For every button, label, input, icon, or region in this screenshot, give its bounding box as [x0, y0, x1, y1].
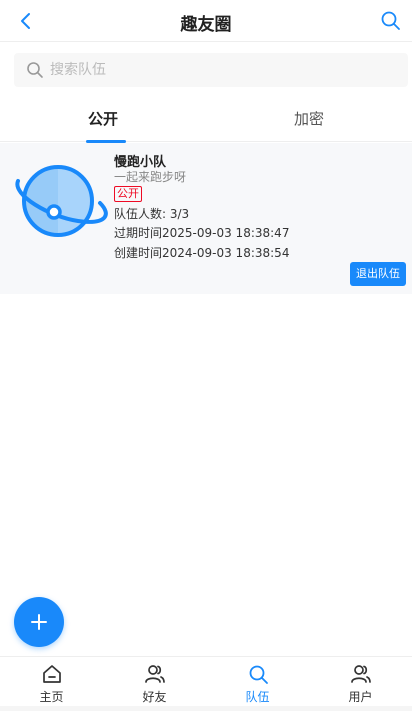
home-indicator — [0, 706, 412, 711]
quit-team-button[interactable]: 退出队伍 — [350, 262, 406, 286]
tab-bar: 公开 加密 — [0, 100, 412, 143]
team-expire-time: 过期时间2025-09-03 18:38:47 — [114, 226, 290, 240]
plus-icon — [31, 614, 47, 630]
tabbar-item-home[interactable]: 主页 — [0, 657, 103, 707]
tabbar-item-friends[interactable]: 好友 — [103, 657, 206, 707]
team-card[interactable]: 慢跑小队 一起来跑步呀 公开 队伍人数: 3/3 过期时间2025-09-03 … — [0, 143, 412, 294]
team-members: 队伍人数: 3/3 — [114, 207, 190, 221]
tab-label: 公开 — [87, 110, 118, 128]
search-bar — [14, 53, 408, 87]
planet-icon — [14, 151, 110, 247]
tabbar-item-teams[interactable]: 队伍 — [206, 657, 309, 707]
search-input[interactable] — [50, 53, 390, 87]
search-icon — [249, 665, 268, 684]
page-title: 趣友圈 — [180, 15, 232, 35]
team-description: 一起来跑步呀 — [114, 170, 187, 184]
search-icon — [26, 61, 44, 79]
users-icon — [145, 665, 165, 683]
search-icon[interactable] — [378, 8, 404, 34]
tab-public[interactable]: 公开 — [0, 100, 206, 143]
tabbar-label: 队伍 — [245, 690, 270, 704]
user-icon — [351, 665, 371, 683]
bottom-tabbar: 主页 好友 队伍 用户 — [0, 656, 412, 706]
home-icon — [43, 665, 61, 683]
tab-private[interactable]: 加密 — [206, 100, 412, 142]
tabbar-item-user[interactable]: 用户 — [309, 657, 412, 707]
status-badge: 公开 — [114, 186, 142, 202]
nav-bar: 趣友圈 — [0, 0, 412, 42]
tabbar-label: 用户 — [348, 690, 373, 704]
tab-label: 加密 — [293, 110, 324, 128]
tabbar-label: 好友 — [142, 690, 167, 704]
team-create-time: 创建时间2024-09-03 18:38:54 — [114, 246, 290, 260]
tabbar-label: 主页 — [39, 690, 64, 704]
add-team-button[interactable] — [14, 597, 64, 647]
